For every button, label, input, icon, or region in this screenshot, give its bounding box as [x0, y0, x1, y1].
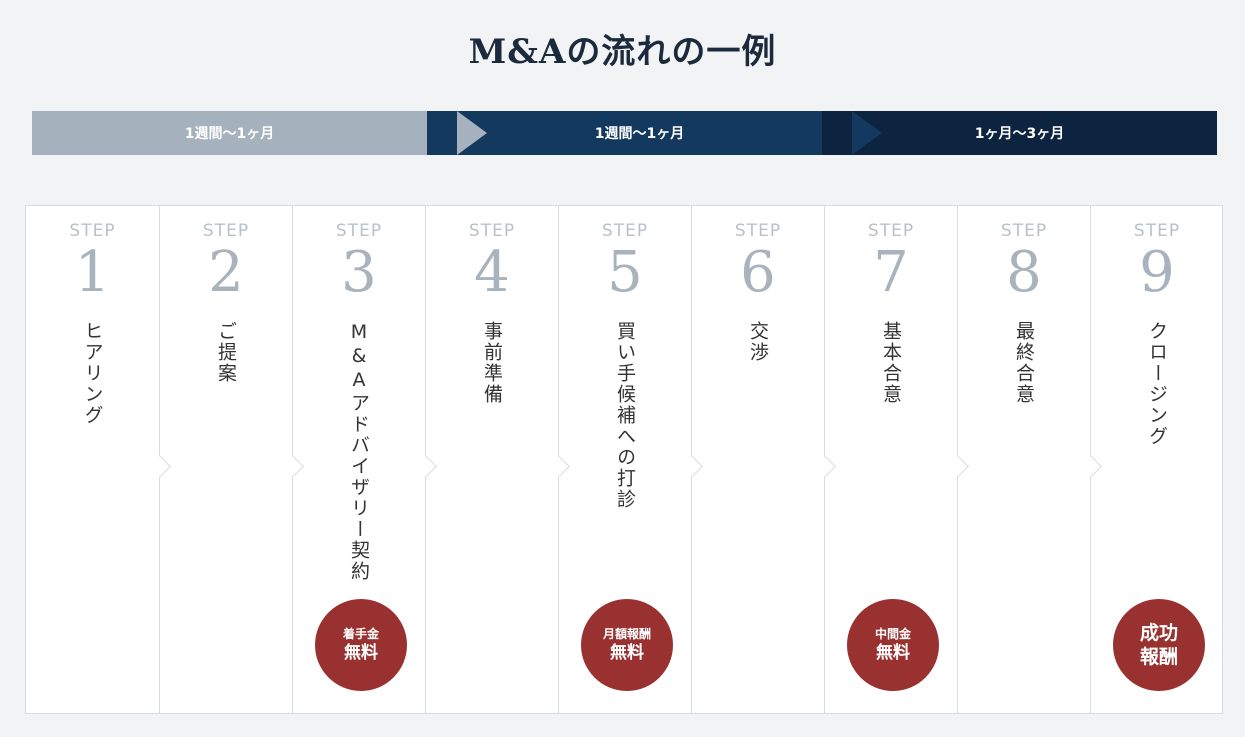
step-number: 7 [873, 240, 909, 305]
badge-line1: 中間金 [874, 627, 911, 641]
chevron-right-icon [824, 453, 838, 481]
step-label: ヒアリング [81, 321, 104, 426]
step-3: STEP 3 M&Aアドバイザリー契約 着手金 無料 [292, 206, 425, 713]
step-label: ご提案 [215, 321, 237, 384]
step-number: 5 [607, 240, 643, 305]
step-6: STEP 6 交渉 [691, 206, 824, 713]
step-number: 4 [474, 240, 510, 305]
step-4: STEP 4 事前準備 [425, 206, 558, 713]
step-label: 最終合意 [1013, 321, 1035, 405]
step-label: 交渉 [747, 321, 769, 363]
fee-badge: 着手金 無料 [315, 599, 407, 691]
chevron-right-icon [691, 453, 705, 481]
step-label: 基本合意 [880, 321, 902, 405]
step-label: M&Aアドバイザリー契約 [348, 321, 370, 582]
phase-2-label: 1週間〜1ヶ月 [594, 126, 685, 142]
step-number: 6 [740, 240, 776, 305]
step-9: STEP 9 クロージング 成功 報酬 [1090, 206, 1223, 713]
chevron-right-icon [159, 453, 173, 481]
fee-badge: 月額報酬 無料 [581, 599, 673, 691]
phase-bar: 1週間〜1ヶ月 1週間〜1ヶ月 1ヶ月〜3ヶ月 [32, 111, 1217, 155]
badge-line2: 報酬 [1139, 646, 1178, 668]
step-number: 1 [74, 240, 111, 305]
badge-line1: 着手金 [342, 627, 379, 641]
phase-2: 1週間〜1ヶ月 [427, 111, 882, 155]
phase-1: 1週間〜1ヶ月 [32, 111, 487, 155]
step-7: STEP 7 基本合意 中間金 無料 [824, 206, 957, 713]
fee-badge: 中間金 無料 [847, 599, 939, 691]
badge-line2: 無料 [876, 643, 910, 663]
step-1: STEP 1 ヒアリング [26, 206, 159, 713]
step-number: 2 [208, 240, 244, 305]
step-5: STEP 5 買い手候補への打診 月額報酬 無料 [558, 206, 691, 713]
phase-3-label: 1ヶ月〜3ヶ月 [974, 126, 1065, 142]
step-label: 事前準備 [481, 321, 503, 405]
steps-panel: STEP 1 ヒアリング STEP 2 ご提案 STEP 3 M&Aアドバイザリ… [25, 205, 1223, 714]
phase-1-label: 1週間〜1ヶ月 [184, 126, 275, 142]
badge-line1: 月額報酬 [602, 627, 651, 641]
step-number: 9 [1139, 240, 1175, 305]
badge-line2: 無料 [344, 643, 378, 663]
step-label: 買い手候補への打診 [614, 321, 636, 510]
page-title: M&Aの流れの一例 [468, 32, 777, 72]
step-number: 3 [341, 240, 377, 305]
chevron-right-icon [425, 453, 439, 481]
step-2: STEP 2 ご提案 [159, 206, 292, 713]
step-8: STEP 8 最終合意 [957, 206, 1090, 713]
badge-line1: 成功 [1139, 622, 1178, 644]
step-number: 8 [1006, 240, 1042, 305]
chevron-right-icon [1090, 453, 1104, 481]
step-label: クロージング [1146, 321, 1168, 447]
fee-badge: 成功 報酬 [1113, 599, 1205, 691]
chevron-right-icon [957, 453, 971, 481]
badge-line2: 無料 [610, 643, 644, 663]
